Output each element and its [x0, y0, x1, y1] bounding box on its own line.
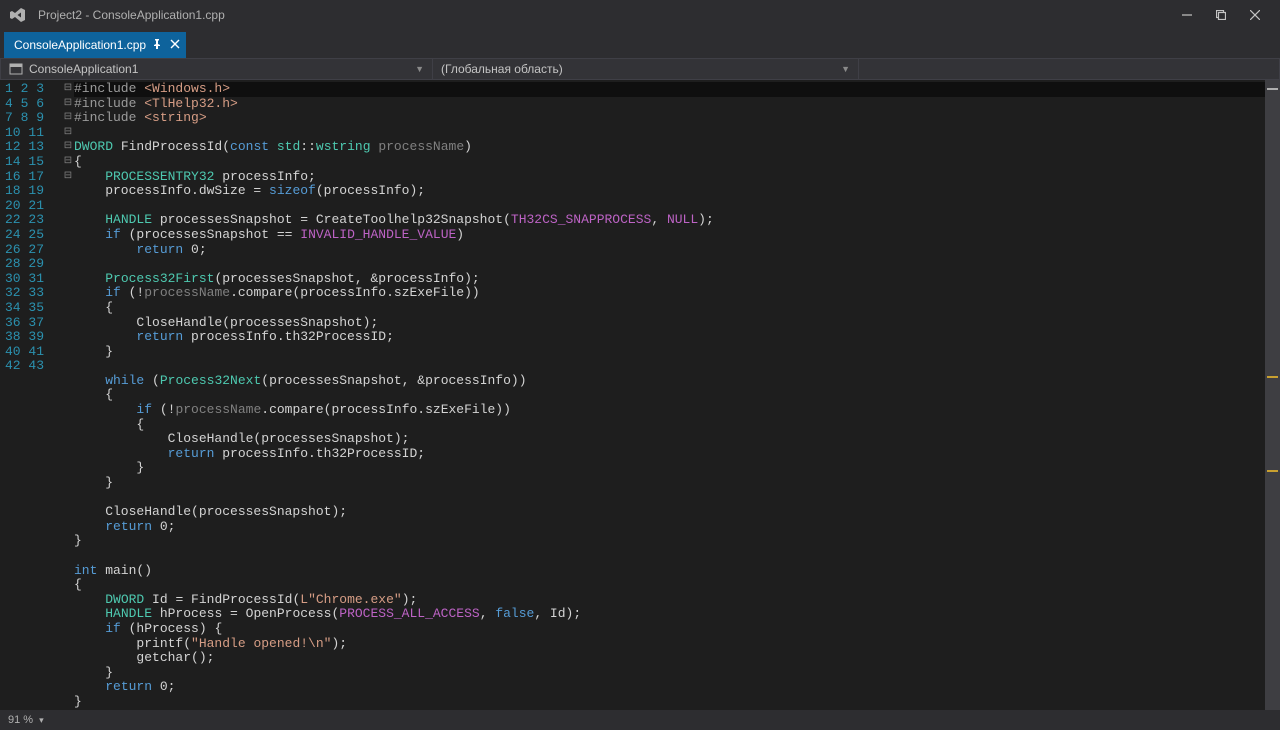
tab-label: ConsoleApplication1.cpp: [14, 38, 146, 52]
tab-close-icon[interactable]: [170, 38, 180, 52]
tab-bar: ConsoleApplication1.cpp: [0, 30, 1280, 58]
window-title: Project2 - ConsoleApplication1.cpp: [38, 8, 1170, 22]
minimize-button[interactable]: [1170, 2, 1204, 28]
close-button[interactable]: [1238, 2, 1272, 28]
tab-active[interactable]: ConsoleApplication1.cpp: [4, 32, 186, 58]
scope-dropdown-global[interactable]: (Глобальная область) ▼: [433, 59, 859, 79]
zoom-dropdown-icon[interactable]: ▾: [39, 715, 44, 726]
fold-column[interactable]: ⊟ ⊟ ⊟ ⊟ ⊟ ⊟ ⊟: [62, 80, 74, 710]
status-bar: 91 % ▾: [0, 710, 1280, 730]
zoom-level: 91 %: [8, 714, 33, 726]
scope-global-label: (Глобальная область): [441, 62, 563, 76]
code-editor[interactable]: 1 2 3 4 5 6 7 8 9 10 11 12 13 14 15 16 1…: [0, 80, 1280, 710]
scope-project-label: ConsoleApplication1: [29, 62, 138, 76]
titlebar: Project2 - ConsoleApplication1.cpp: [0, 0, 1280, 30]
line-number-gutter: 1 2 3 4 5 6 7 8 9 10 11 12 13 14 15 16 1…: [0, 80, 62, 710]
navigation-bar: ConsoleApplication1 ▼ (Глобальная област…: [0, 58, 1280, 80]
pin-icon[interactable]: [152, 38, 162, 52]
scope-dropdown-project[interactable]: ConsoleApplication1 ▼: [1, 59, 433, 79]
chevron-down-icon: ▼: [841, 64, 850, 74]
maximize-button[interactable]: [1204, 2, 1238, 28]
vs-logo-icon: [10, 7, 26, 23]
project-icon: [9, 62, 23, 76]
code-area[interactable]: #include <Windows.h> #include <TlHelp32.…: [74, 80, 1280, 710]
scrollbar-track: [1267, 82, 1278, 708]
vertical-scrollbar[interactable]: [1265, 80, 1280, 710]
chevron-down-icon: ▼: [415, 64, 424, 74]
